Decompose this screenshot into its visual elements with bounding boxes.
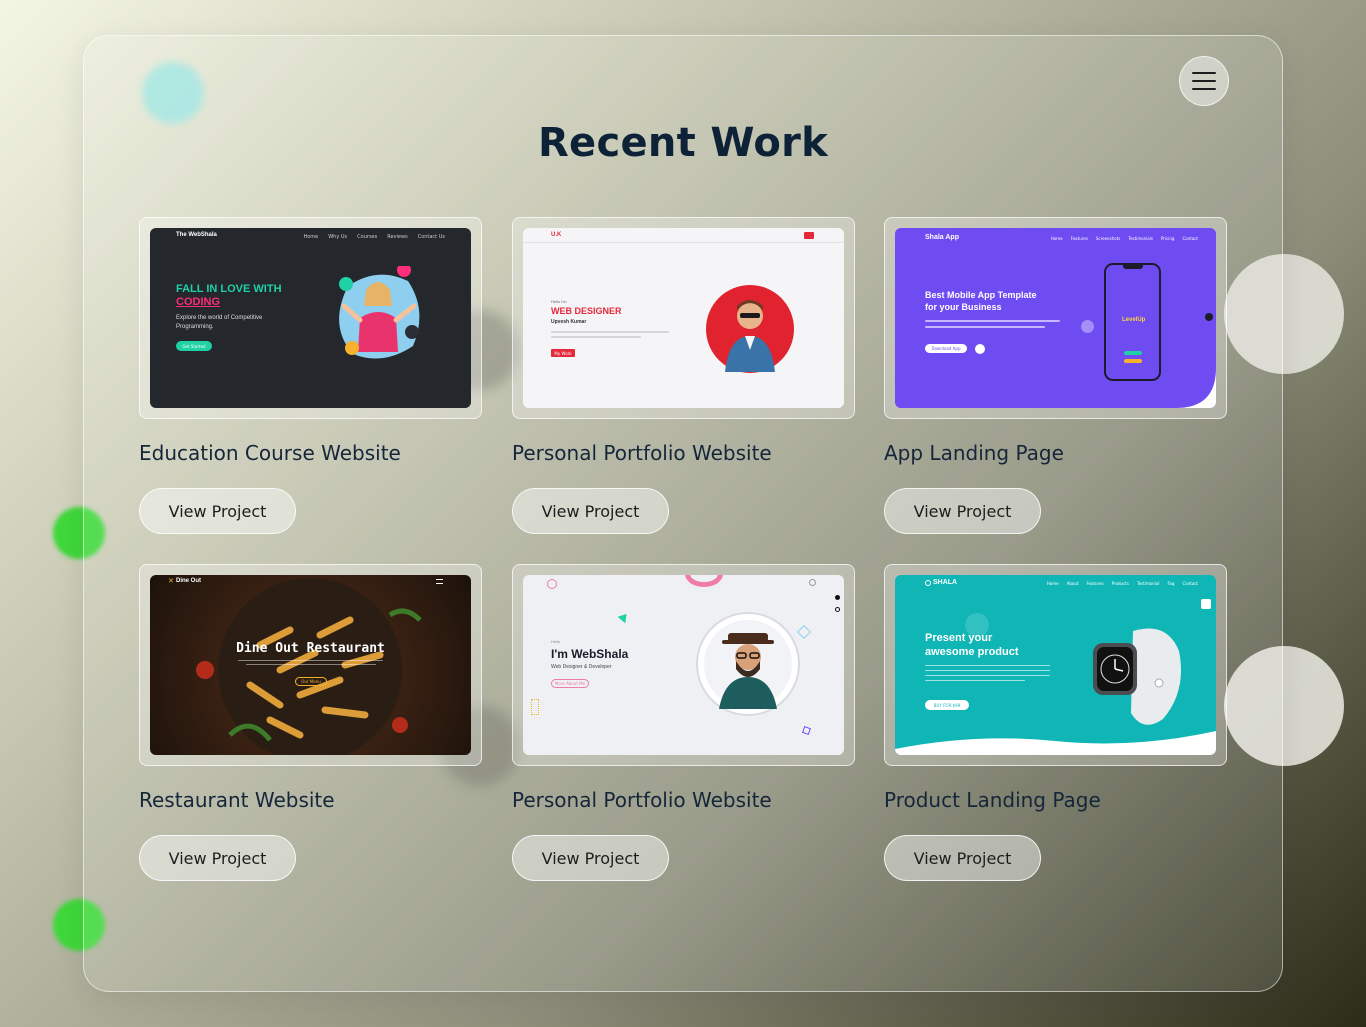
preview-headline-accent: CODING xyxy=(176,296,220,308)
restaurant-website-preview: Dine Out ✕ Dine Out Restaurant Our Menu xyxy=(150,575,471,755)
preview-cta: BUY FOR $99 xyxy=(925,700,969,710)
play-icon xyxy=(975,344,985,354)
preview-menu-icon xyxy=(436,579,443,584)
preview-nav-item: Testimonials xyxy=(1128,236,1153,241)
education-website-preview: The WebShala Home Why Us Courses Reviews… xyxy=(150,228,471,408)
project-card: The WebShala Home Why Us Courses Reviews… xyxy=(139,217,482,534)
project-title: Personal Portfolio Website xyxy=(512,441,772,465)
preview-headline-2: for your Business xyxy=(925,302,1002,312)
preview-nav-item: Pricing xyxy=(1160,236,1175,241)
preview-cta: Get Started xyxy=(176,341,212,351)
recent-work-panel: Recent Work The WebShala Home Why Us Cou… xyxy=(83,35,1283,992)
preview-nav-item: Products xyxy=(1111,581,1129,586)
preview-nav-item: Contact xyxy=(1182,581,1198,586)
product-landing-preview: SHALA Home About Features Products Testi… xyxy=(895,575,1216,755)
project-card: U.K Hello I'm WEB DESIGNER Upvesh Kumar … xyxy=(512,217,855,534)
project-title: Personal Portfolio Website xyxy=(512,788,772,812)
preview-headline: Best Mobile App Template xyxy=(925,290,1037,300)
portfolio-website-preview: U.K Hello I'm WEB DESIGNER Upvesh Kumar … xyxy=(523,228,844,408)
preview-headline: I'm WebShala xyxy=(551,647,629,661)
project-title: Education Course Website xyxy=(139,441,401,465)
preview-nav-item: Courses xyxy=(357,234,378,240)
preview-brand: Shala App xyxy=(925,234,959,241)
project-card: Dine Out ✕ Dine Out Restaurant Our Menu … xyxy=(139,564,482,881)
portfolio-website-preview: Hello I'm WebShala Web Designer & Develo… xyxy=(523,575,844,755)
preview-theme-icon xyxy=(835,607,840,612)
preview-nav-item: Testimonial xyxy=(1136,581,1160,586)
project-title: Restaurant Website xyxy=(139,788,335,812)
preview-role: WEB DESIGNER xyxy=(551,306,622,316)
preview-nav-item: Home xyxy=(303,234,319,240)
project-card: Shala App Home Features Screenshots Test… xyxy=(884,217,1227,534)
project-thumbnail-frame[interactable]: The WebShala Home Why Us Courses Reviews… xyxy=(139,217,482,419)
preview-nav-item: Features xyxy=(1070,236,1088,241)
preview-brand: U.K xyxy=(551,232,562,238)
view-project-button[interactable]: View Project xyxy=(139,835,296,881)
preview-nav-item: About xyxy=(1066,581,1079,586)
preview-cta: Download App xyxy=(925,344,967,353)
preview-text: Explore the world of Competitive Program… xyxy=(176,315,263,330)
preview-nav-item: Home xyxy=(1050,236,1063,241)
preview-nav-item: Contact xyxy=(1182,236,1198,241)
preview-brand: Dine Out xyxy=(176,578,201,584)
designer-portrait xyxy=(706,285,794,373)
view-project-button[interactable]: View Project xyxy=(512,835,669,881)
preview-nav-item: Features xyxy=(1086,581,1104,586)
preview-headline: Dine Out Restaurant xyxy=(236,641,385,656)
project-thumbnail-frame[interactable]: SHALA Home About Features Products Testi… xyxy=(884,564,1227,766)
project-card: Hello I'm WebShala Web Designer & Develo… xyxy=(512,564,855,881)
preview-headline: Present your xyxy=(925,632,993,644)
project-thumbnail-frame[interactable]: Dine Out ✕ Dine Out Restaurant Our Menu xyxy=(139,564,482,766)
hamburger-menu-icon[interactable] xyxy=(1179,56,1229,106)
preview-brand: SHALA xyxy=(933,579,958,586)
phone-mockup: LevelUp xyxy=(1104,263,1161,381)
preview-nav-item: Screenshots xyxy=(1095,236,1121,241)
app-landing-preview: Shala App Home Features Screenshots Test… xyxy=(895,228,1216,408)
preview-settings-icon xyxy=(809,579,816,586)
pasta-plate-image xyxy=(196,578,422,755)
project-thumbnail-frame[interactable]: U.K Hello I'm WEB DESIGNER Upvesh Kumar … xyxy=(512,217,855,419)
preview-nav-item: Home xyxy=(1046,581,1059,586)
view-project-button[interactable]: View Project xyxy=(884,835,1041,881)
phone-app-title: LevelUp xyxy=(1122,317,1146,323)
preview-greeting: Hello xyxy=(551,639,561,644)
fork-knife-icon: ✕ xyxy=(168,577,174,585)
preview-brand: The WebShala xyxy=(176,232,217,238)
preview-cta: My Work xyxy=(551,349,575,357)
preview-nav-item: Reviews xyxy=(387,234,408,240)
preview-nav-item: Faq xyxy=(1167,581,1175,586)
preview-logo xyxy=(547,579,557,589)
preview-greeting: Hello I'm xyxy=(551,299,567,304)
project-title: App Landing Page xyxy=(884,441,1064,465)
preview-logo xyxy=(925,580,931,586)
project-title: Product Landing Page xyxy=(884,788,1101,812)
preview-cta: Our Menu xyxy=(295,677,327,686)
project-thumbnail-frame[interactable]: Shala App Home Features Screenshots Test… xyxy=(884,217,1227,419)
project-card: SHALA Home About Features Products Testi… xyxy=(884,564,1227,881)
preview-cta: More About Me xyxy=(551,679,589,688)
preview-subtitle: Web Designer & Developer xyxy=(551,664,612,670)
student-illustration xyxy=(339,266,420,359)
page-title: Recent Work xyxy=(537,120,829,166)
project-thumbnail-frame[interactable]: Hello I'm WebShala Web Designer & Develo… xyxy=(512,564,855,766)
developer-portrait xyxy=(696,612,800,716)
preview-headline: FALL IN LOVE WITH xyxy=(176,283,282,295)
dark-mode-icon xyxy=(1205,313,1213,321)
preview-settings-icon xyxy=(835,595,840,600)
view-project-button[interactable]: View Project xyxy=(139,488,296,534)
preview-menu-icon xyxy=(804,232,814,239)
preview-settings-icon xyxy=(1201,599,1211,609)
preview-headline-2: awesome product xyxy=(925,646,1019,658)
smartwatch-image xyxy=(1093,628,1181,725)
preview-nav-item: Contact Us xyxy=(417,234,445,240)
view-project-button[interactable]: View Project xyxy=(884,488,1041,534)
view-project-button[interactable]: View Project xyxy=(512,488,669,534)
preview-name: Upvesh Kumar xyxy=(551,319,587,325)
preview-nav-item: Why Us xyxy=(328,234,348,240)
